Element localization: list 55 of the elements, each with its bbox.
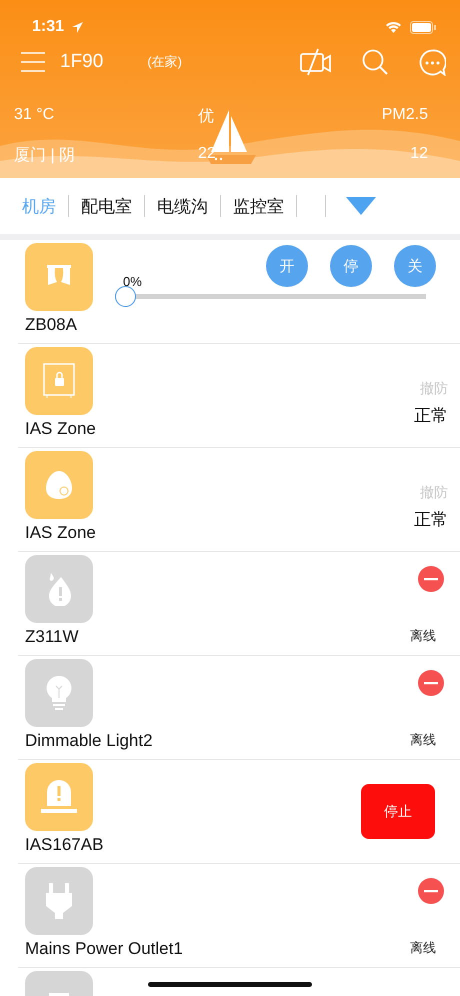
remove-icon[interactable] (418, 670, 444, 696)
alarm-light-icon (39, 780, 79, 814)
device-name: IAS167AB (25, 835, 104, 855)
device-name: IAS Zone (25, 419, 97, 439)
device-tile[interactable] (25, 659, 93, 727)
camera-off-icon[interactable] (300, 48, 332, 76)
arm-mode-label: 撤防 (420, 380, 448, 398)
pm-value: 12 (409, 145, 428, 164)
slider-thumb[interactable] (115, 286, 136, 307)
device-name: IAS Zone (25, 523, 97, 543)
remove-icon[interactable] (418, 878, 444, 904)
chat-icon[interactable] (419, 48, 446, 76)
control-button[interactable]: 停 (330, 245, 372, 287)
room-tab[interactable]: 电缆沟 (145, 194, 220, 218)
status-text: 正常 (414, 405, 448, 427)
device-tile[interactable] (25, 763, 93, 831)
control-button[interactable]: 开 (266, 245, 308, 287)
arm-mode-label: 撤防 (420, 484, 448, 502)
device-tile[interactable] (25, 243, 93, 311)
device-tile[interactable] (25, 867, 93, 935)
device-tile[interactable] (25, 451, 93, 519)
battery-icon (410, 20, 436, 34)
slider-value: 0% (123, 274, 143, 289)
stop-button[interactable]: 停止 (361, 784, 435, 839)
safe-icon (42, 363, 76, 399)
location-weather-text: 厦门 | 阴 (14, 146, 76, 166)
device-tile[interactable] (25, 347, 93, 415)
device-tile[interactable] (25, 555, 93, 623)
plug-icon (45, 882, 73, 920)
room-tab[interactable]: 机房 (10, 194, 68, 218)
bulb-icon (46, 675, 72, 711)
temperature-text: 31 °C (14, 106, 56, 125)
dropdown-icon[interactable] (346, 197, 376, 215)
device-name: Mains Power Outlet1 (25, 939, 184, 959)
wifi-icon (385, 21, 402, 33)
device-name: ZB08A (25, 315, 78, 335)
device-name: Z311W (25, 627, 80, 647)
menu-icon[interactable] (20, 51, 46, 73)
control-button[interactable]: 关 (394, 245, 436, 287)
room-tab[interactable]: 配电室 (69, 194, 144, 218)
device-name: Dimmable Light2 (25, 731, 154, 751)
status-text: 离线 (410, 731, 436, 749)
home-mode: (在家) (147, 53, 182, 71)
room-tab[interactable]: 监控室 (221, 194, 296, 218)
status-text: 离线 (410, 939, 436, 957)
remove-icon[interactable] (418, 566, 444, 592)
home-title: 1F90 (60, 51, 104, 73)
search-icon[interactable] (362, 48, 389, 76)
air-quality-label: 优 (198, 107, 215, 127)
status-text: 离线 (410, 627, 436, 645)
location-arrow-icon (72, 22, 84, 32)
status-text: 正常 (414, 509, 448, 531)
pm-label: PM2.5 (380, 106, 428, 125)
sensor-icon (45, 470, 73, 500)
status-time: 1:31 (32, 18, 64, 36)
